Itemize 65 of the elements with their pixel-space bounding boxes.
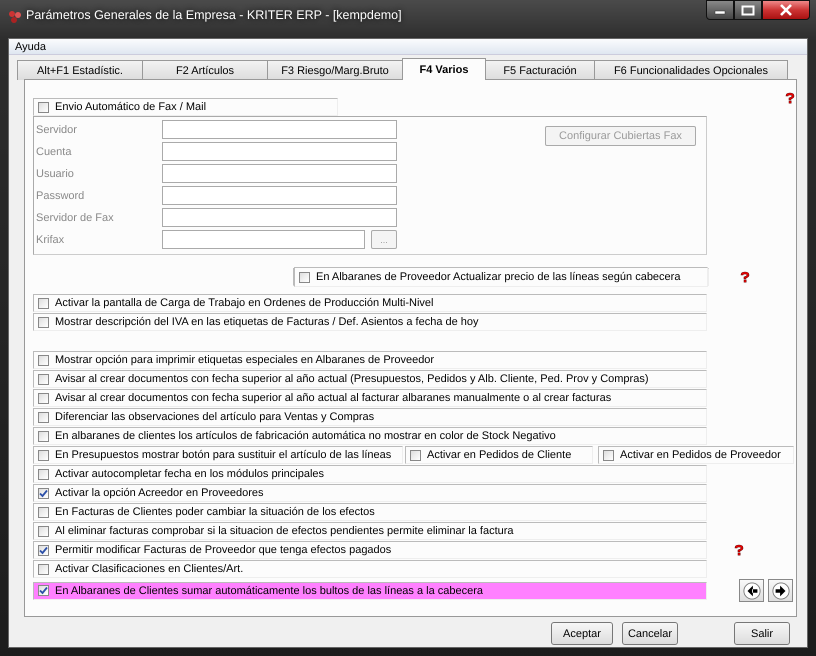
tab[interactable]: F6 Funcionalidades Opcionales [594, 60, 788, 80]
dialog-button[interactable]: Salir [734, 622, 790, 645]
tab[interactable]: F5 Facturación [485, 60, 595, 80]
tab[interactable]: F2 Artículos [142, 60, 268, 80]
option-label: Al eliminar facturas comprobar si la situacion de efectos pendientes permite eliminar la factura [55, 525, 514, 537]
option-label: Avisar al crear documentos con fecha superior al año actual (Presupuestos, Pedidos y Alb. Cliente, Ped. Prov y Compras) [55, 373, 648, 385]
option-label: Mostrar descripción del IVA en las etiquetas de Facturas / Def. Asientos a fecha de hoy [55, 316, 479, 328]
checkbox[interactable] [38, 506, 49, 518]
option-label: En Albaranes de Clientes sumar automáticamente los bultos de las líneas a la cabecera [55, 584, 484, 596]
option-label: Activar la pantalla de Carga de Trabajo en Ordenes de Producción Multi-Nivel [55, 297, 434, 309]
tab[interactable]: F3 Riesgo/Marg.Bruto [267, 60, 403, 80]
checkbox[interactable] [299, 272, 310, 282]
tab[interactable]: Alt+F1 Estadístic. [17, 60, 143, 80]
minimize-button[interactable] [706, 0, 734, 20]
checkbox[interactable] [38, 316, 49, 328]
option-label: Activar autocompletar fecha en los módulos principales [55, 468, 324, 480]
close-icon [779, 4, 793, 16]
checkbox[interactable] [38, 450, 49, 460]
checkbox[interactable] [38, 354, 49, 366]
app-icon [8, 10, 22, 24]
help-icon[interactable] [784, 92, 796, 104]
checkbox[interactable] [38, 585, 49, 596]
arrow-left-button[interactable] [739, 579, 764, 602]
checkbox[interactable] [410, 450, 421, 460]
option-label: En Facturas de Clientes poder cambiar la situación de los efectos [55, 506, 375, 518]
checkbox[interactable] [38, 488, 49, 498]
maximize-icon [741, 4, 755, 16]
option-label: En Albaranes de Proveedor Actualizar precio de las líneas según cabecera [316, 271, 680, 283]
dialog-button[interactable]: Cancelar [622, 622, 678, 645]
tab[interactable]: F4 Varios [402, 58, 486, 80]
checkbox[interactable] [38, 374, 49, 384]
option-label: Activar en Pedidos de Proveedor [620, 449, 781, 461]
option-label: En albaranes de clientes los artículos de fabricación automática no mostrar en color de Stock Negativo [55, 430, 556, 442]
checkbox[interactable] [38, 412, 49, 422]
option-label: Activar la opción Acreedor en Proveedores [55, 487, 264, 499]
option-label: Envio Automático de Fax / Mail [55, 101, 206, 113]
maximize-button[interactable] [734, 0, 762, 20]
field-label: Servidor [36, 124, 78, 136]
option-label: Avisar al crear documentos con fecha superior al año actual al facturar albaranes manualmente o al crear facturas [55, 392, 612, 404]
field-label: Password [36, 190, 86, 202]
option-label: Activar en Pedidos de Cliente [427, 449, 572, 461]
option-label: Permitir modificar Facturas de Proveedor que tenga efectos pagados [55, 544, 392, 556]
close-button[interactable] [762, 0, 810, 20]
option-label: Activar Clasificaciones en Clientes/Art. [55, 563, 244, 575]
menu-item[interactable]: Ayuda [15, 40, 46, 52]
window-title: Parámetros Generales de la Empresa - KRITER ERP - [kempdemo] [26, 8, 403, 22]
checkbox[interactable] [38, 468, 49, 480]
field-label: Krifax [36, 234, 66, 246]
field-label: Usuario [36, 168, 75, 180]
checkbox[interactable] [38, 544, 49, 556]
help-icon[interactable] [733, 544, 745, 556]
checkbox[interactable] [603, 450, 614, 460]
option-label: Mostrar opción para imprimir etiquetas especiales en Albaranes de Proveedor [55, 354, 434, 366]
field-label: Cuenta [36, 146, 72, 158]
dialog-button[interactable]: Aceptar [551, 622, 613, 645]
checkbox[interactable] [38, 430, 49, 442]
checkbox[interactable] [38, 564, 49, 574]
option-label: En Presupuestos mostrar botón para sustituir el artículo de las líneas [55, 449, 392, 461]
field-label: Servidor de Fax [36, 212, 115, 224]
checkbox[interactable] [38, 298, 49, 308]
help-icon[interactable] [739, 271, 751, 283]
checkbox[interactable] [38, 392, 49, 404]
checkbox[interactable] [38, 526, 49, 536]
option-label: Diferenciar las observaciones del artículo para Ventas y Compras [55, 411, 374, 423]
arrow-right-button[interactable] [768, 579, 793, 602]
